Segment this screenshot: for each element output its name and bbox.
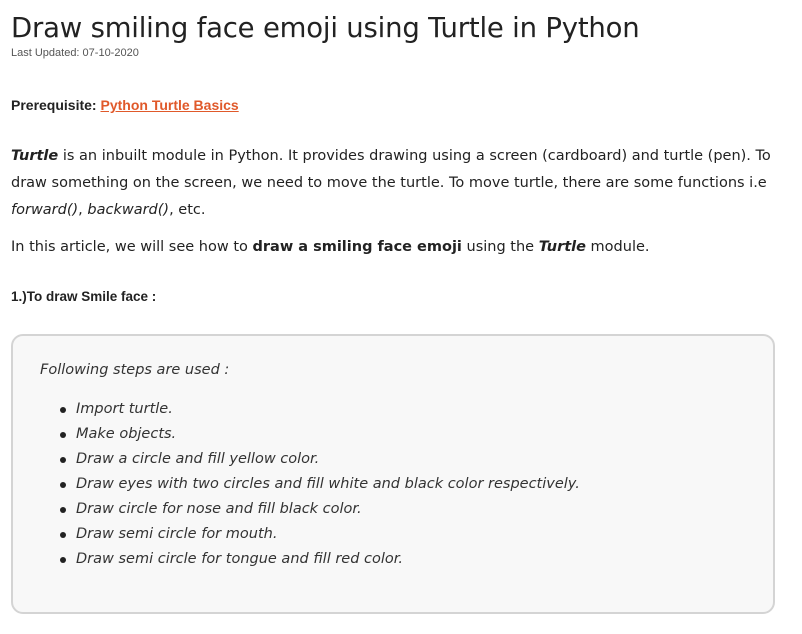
- steps-box: Following steps are used : Import turtle…: [11, 334, 775, 614]
- intro-comma: ,: [78, 202, 88, 218]
- backward-function: backward(): [87, 202, 170, 218]
- intro-paragraph: Turtle is an inbuilt module in Python. I…: [11, 143, 776, 224]
- summary-paragraph: In this article, we will see how to draw…: [11, 234, 776, 261]
- step-text: Import turtle.: [76, 401, 173, 417]
- summary-text-2: using the: [461, 239, 539, 255]
- bullet-icon: [60, 407, 66, 413]
- steps-list: Import turtle. Make objects. Draw a circ…: [39, 397, 580, 572]
- last-updated-date: Last Updated: 07-10-2020: [11, 47, 139, 59]
- list-item: Draw semi circle for mouth.: [39, 522, 580, 547]
- list-item: Draw eyes with two circles and fill whit…: [39, 472, 580, 497]
- bullet-icon: [60, 557, 66, 563]
- turtle-term: Turtle: [11, 148, 59, 164]
- page-title: Draw smiling face emoji using Turtle in …: [11, 12, 640, 44]
- prerequisite-link[interactable]: Python Turtle Basics: [100, 97, 238, 113]
- bullet-icon: [60, 457, 66, 463]
- section-heading: 1.)To draw Smile face :: [11, 289, 157, 304]
- bullet-icon: [60, 432, 66, 438]
- list-item: Draw a circle and fill yellow color.: [39, 447, 580, 472]
- steps-intro: Following steps are used :: [40, 362, 230, 378]
- step-text: Draw semi circle for mouth.: [76, 526, 278, 542]
- summary-text-1: In this article, we will see how to: [11, 239, 253, 255]
- summary-bold-phrase: draw a smiling face emoji: [252, 239, 462, 255]
- list-item: Draw circle for nose and fill black colo…: [39, 497, 580, 522]
- summary-text-3: module.: [585, 239, 650, 255]
- intro-text: is an inbuilt module in Python. It provi…: [11, 148, 771, 191]
- bullet-icon: [60, 532, 66, 538]
- prerequisite-line: Prerequisite: Python Turtle Basics: [11, 97, 239, 113]
- step-text: Draw eyes with two circles and fill whit…: [76, 476, 580, 492]
- list-item: Make objects.: [39, 422, 580, 447]
- bullet-icon: [60, 507, 66, 513]
- summary-turtle-term: Turtle: [538, 239, 586, 255]
- bullet-icon: [60, 482, 66, 488]
- prerequisite-label: Prerequisite:: [11, 97, 101, 113]
- step-text: Draw a circle and fill yellow color.: [76, 451, 320, 467]
- step-text: Draw circle for nose and fill black colo…: [76, 501, 362, 517]
- step-text: Make objects.: [76, 426, 177, 442]
- intro-etc: , etc.: [169, 202, 206, 218]
- list-item: Import turtle.: [39, 397, 580, 422]
- step-text: Draw semi circle for tongue and fill red…: [76, 551, 404, 567]
- forward-function: forward(): [11, 202, 79, 218]
- list-item: Draw semi circle for tongue and fill red…: [39, 547, 580, 572]
